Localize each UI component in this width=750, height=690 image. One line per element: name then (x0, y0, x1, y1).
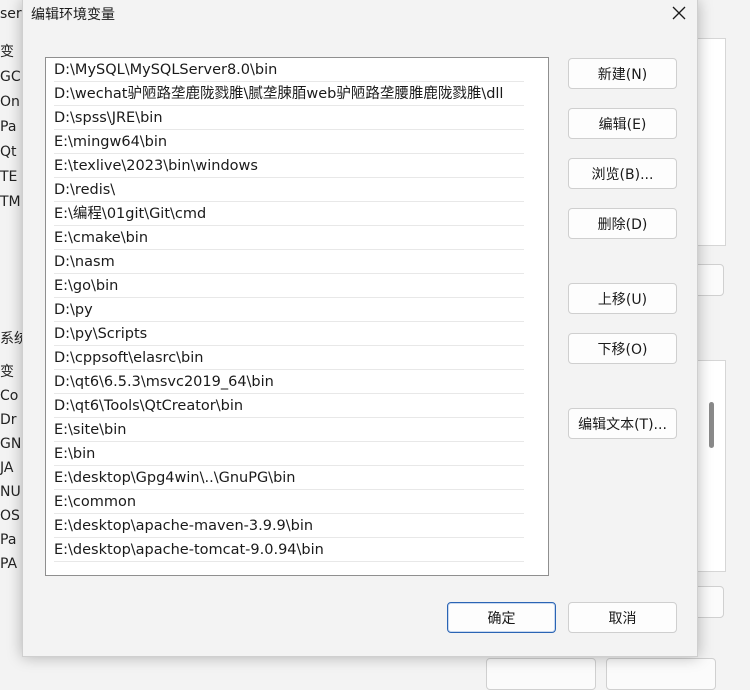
cancel-button[interactable]: 取消 (568, 602, 677, 633)
path-entry[interactable]: D:\py (54, 298, 524, 322)
background-system-var[interactable]: NU (0, 480, 22, 504)
path-entry[interactable]: E:\texlive\2023\bin\windows (54, 154, 524, 178)
background-system-vars-label: 系统 (0, 331, 22, 347)
background-user-var[interactable]: TE (0, 165, 22, 190)
path-entry[interactable]: D:\py\Scripts (54, 322, 524, 346)
background-system-var[interactable]: PA (0, 552, 22, 576)
move-down-button[interactable]: 下移(O) (568, 333, 677, 364)
background-system-var[interactable]: Dr (0, 408, 22, 432)
background-system-var[interactable]: JA (0, 456, 22, 480)
path-entry[interactable]: D:\redis\ (54, 178, 524, 202)
background-system-vars-list: 变 Co Dr GN JA NU OS Pa PA (0, 360, 22, 576)
close-icon (672, 6, 686, 20)
background-system-var[interactable]: GN (0, 432, 22, 456)
path-entry[interactable]: E:\common (54, 490, 524, 514)
edit-env-var-dialog: 编辑环境变量 D:\MySQL\MySQLServer8.0\bin D:\we… (22, 0, 698, 657)
edit-text-button[interactable]: 编辑文本(T)... (568, 408, 677, 439)
background-scrollbar-thumb[interactable] (709, 402, 714, 448)
background-user-var[interactable]: On (0, 90, 22, 115)
path-entry[interactable]: D:\cppsoft\elasrc\bin (54, 346, 524, 370)
background-user-vars-list: 变 GC On Pa Qt TE TM (0, 40, 22, 215)
background-cancel-button[interactable] (606, 658, 716, 690)
path-entry[interactable]: D:\nasm (54, 250, 524, 274)
path-entry[interactable]: E:\desktop\apache-tomcat-9.0.94\bin (54, 538, 524, 562)
move-up-button[interactable]: 上移(U) (568, 283, 677, 314)
background-user-var[interactable]: TM (0, 190, 22, 215)
edit-button[interactable]: 编辑(E) (568, 108, 677, 139)
path-entry[interactable]: D:\spss\JRE\bin (54, 106, 524, 130)
delete-button[interactable]: 删除(D) (568, 208, 677, 239)
path-entry[interactable]: E:\desktop\apache-maven-3.9.9\bin (54, 514, 524, 538)
background-user-var[interactable]: Qt (0, 140, 22, 165)
ok-button[interactable]: 确定 (447, 602, 556, 633)
dialog-title: 编辑环境变量 (31, 7, 115, 23)
background-user-var[interactable]: GC (0, 65, 22, 90)
path-entry[interactable]: D:\qt6\6.5.3\msvc2019_64\bin (54, 370, 524, 394)
path-entry[interactable]: D:\qt6\Tools\QtCreator\bin (54, 394, 524, 418)
path-entries-list[interactable]: D:\MySQL\MySQLServer8.0\bin D:\wechat驴陋路… (45, 57, 549, 576)
background-system-var[interactable]: OS (0, 504, 22, 528)
background-system-var[interactable]: Pa (0, 528, 22, 552)
background-user-var[interactable]: Pa (0, 115, 22, 140)
path-entry[interactable]: E:\desktop\Gpg4win\..\GnuPG\bin (54, 466, 524, 490)
path-entry[interactable]: E:\bin (54, 442, 524, 466)
path-entry[interactable]: E:\mingw64\bin (54, 130, 524, 154)
path-entry[interactable]: E:\编程\01git\Git\cmd (54, 202, 524, 226)
background-system-var[interactable]: Co (0, 384, 22, 408)
new-button[interactable]: 新建(N) (568, 58, 677, 89)
background-system-vars-header: 变 (0, 364, 14, 380)
background-ok-button[interactable] (486, 658, 596, 690)
path-entry[interactable]: E:\cmake\bin (54, 226, 524, 250)
path-entry[interactable]: E:\go\bin (54, 274, 524, 298)
path-entry[interactable]: D:\wechat驴陋路垄鹿陇戮脽\腻垄脨脜web驴陋路垄腰脽鹿陇戮脽\dll (54, 82, 524, 106)
close-button[interactable] (661, 0, 697, 26)
path-entry[interactable]: D:\MySQL\MySQLServer8.0\bin (54, 58, 524, 82)
browse-button[interactable]: 浏览(B)... (568, 158, 677, 189)
background-user-vars-header: 变 (0, 44, 14, 60)
path-entry[interactable]: E:\site\bin (54, 418, 524, 442)
background-window-title: ser (0, 6, 22, 22)
